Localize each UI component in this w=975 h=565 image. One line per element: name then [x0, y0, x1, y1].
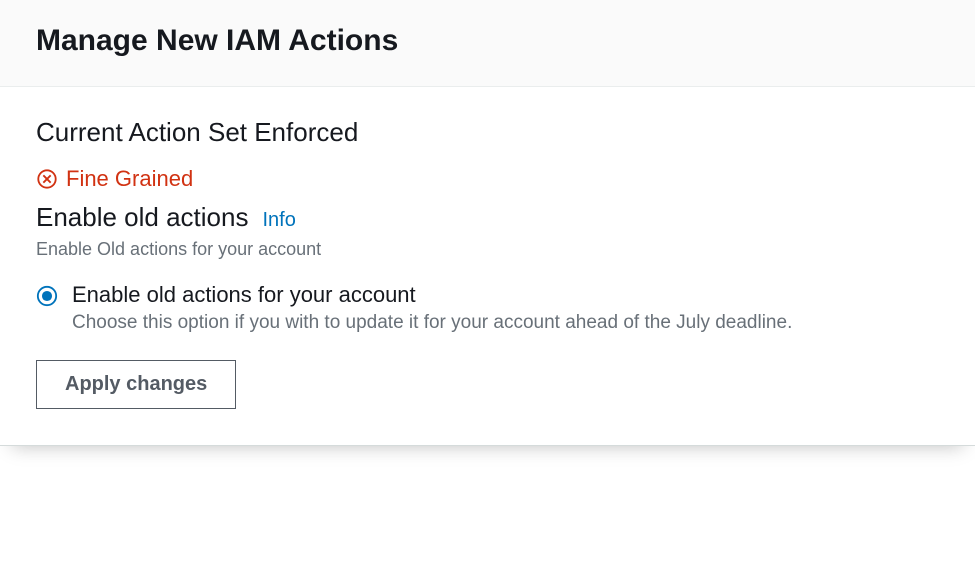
status-text: Fine Grained [66, 166, 193, 192]
subsection-title: Enable old actions [36, 202, 248, 233]
info-link[interactable]: Info [262, 209, 295, 232]
radio-option-enable-old-actions[interactable]: Enable old actions for your account Choo… [36, 282, 939, 334]
page-container: Manage New IAM Actions Current Action Se… [0, 0, 975, 446]
radio-text-group: Enable old actions for your account Choo… [72, 282, 792, 334]
section-title: Current Action Set Enforced [36, 117, 939, 148]
page-header: Manage New IAM Actions [0, 0, 975, 87]
radio-description: Choose this option if you with to update… [72, 312, 792, 334]
radio-label: Enable old actions for your account [72, 282, 792, 308]
subsection-header: Enable old actions Info [36, 202, 939, 233]
page-title: Manage New IAM Actions [36, 24, 939, 58]
status-row: Fine Grained [36, 166, 939, 192]
apply-changes-button[interactable]: Apply changes [36, 360, 236, 409]
radio-button-icon [36, 285, 58, 312]
error-circle-icon [36, 168, 58, 190]
content-area: Current Action Set Enforced Fine Grained… [0, 87, 975, 445]
subsection-description: Enable Old actions for your account [36, 239, 939, 260]
